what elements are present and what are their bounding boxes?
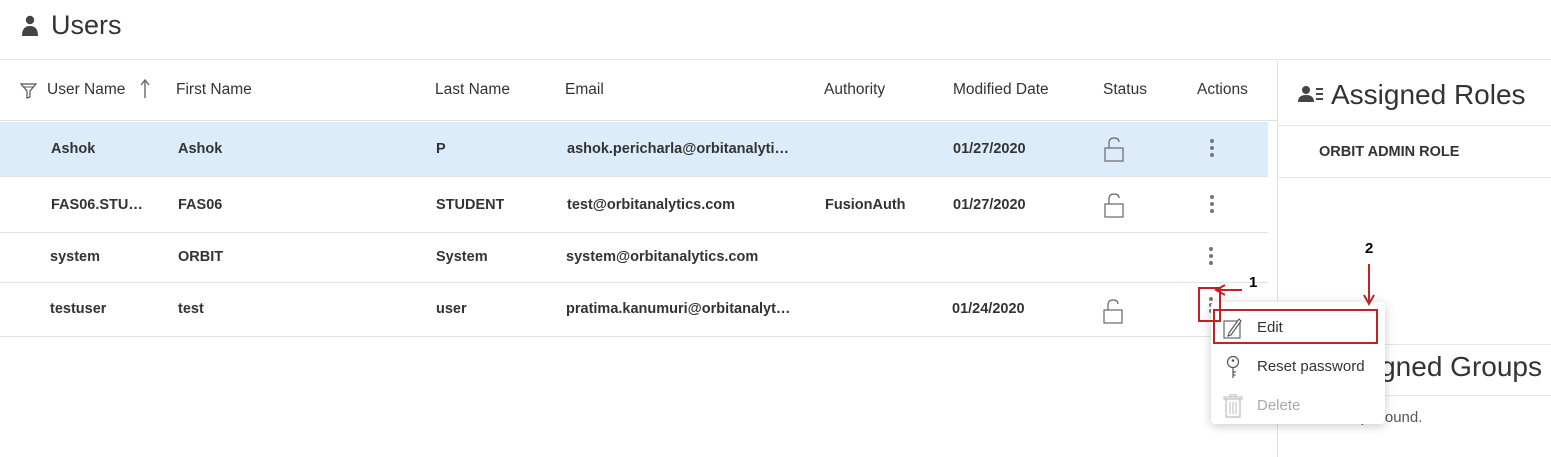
table-row[interactable]: Ashok Ashok P ashok.pericharla@orbitanal… bbox=[0, 122, 1268, 177]
page-title: Users bbox=[51, 10, 122, 40]
unlocked-icon[interactable] bbox=[1103, 299, 1123, 324]
assigned-roles-header: Assigned Roles bbox=[1278, 61, 1551, 126]
column-header-actions: Actions bbox=[1197, 81, 1248, 98]
users-table: User Name First Name Last Name Email Aut… bbox=[0, 61, 1277, 457]
column-header-status[interactable]: Status bbox=[1103, 81, 1147, 99]
annotation-label-1: 1 bbox=[1249, 274, 1258, 291]
table-row[interactable]: system ORBIT System system@orbitanalytic… bbox=[0, 234, 1268, 283]
cell-first-name: ORBIT bbox=[178, 249, 224, 265]
cell-email: ashok.pericharla@orbitanalyti… bbox=[567, 141, 790, 157]
more-actions-icon[interactable] bbox=[1208, 246, 1214, 266]
menu-item-reset-password[interactable]: Reset password bbox=[1211, 349, 1385, 385]
table-row[interactable]: FAS06.STU… FAS06 STUDENT test@orbitanaly… bbox=[0, 178, 1268, 233]
more-actions-icon[interactable] bbox=[1209, 138, 1215, 158]
cell-email: system@orbitanalytics.com bbox=[566, 249, 759, 265]
table-row[interactable]: testuser test user pratima.kanumuri@orbi… bbox=[0, 284, 1212, 337]
unlocked-icon[interactable] bbox=[1104, 193, 1124, 218]
cell-first-name: Ashok bbox=[178, 141, 223, 157]
column-header-last-name[interactable]: Last Name bbox=[435, 81, 510, 99]
cell-username: FAS06.STU… bbox=[51, 197, 143, 213]
key-icon bbox=[1226, 355, 1240, 378]
cell-first-name: FAS06 bbox=[178, 197, 223, 213]
annotation-label-2: 2 bbox=[1365, 240, 1374, 257]
role-name: ORBIT ADMIN ROLE bbox=[1319, 144, 1460, 160]
cell-username: system bbox=[50, 249, 100, 265]
cell-modified-date: 01/24/2020 bbox=[952, 301, 1025, 317]
column-header-email[interactable]: Email bbox=[565, 81, 604, 99]
assigned-roles-title: Assigned Roles bbox=[1331, 79, 1526, 110]
cell-first-name: test bbox=[178, 301, 204, 317]
unlocked-icon[interactable] bbox=[1104, 137, 1124, 162]
cell-last-name: P bbox=[436, 141, 446, 157]
user-icon bbox=[22, 15, 38, 36]
more-actions-icon[interactable] bbox=[1209, 194, 1215, 214]
cell-last-name: System bbox=[436, 249, 488, 265]
cell-email: test@orbitanalytics.com bbox=[567, 197, 736, 213]
menu-item-label: Reset password bbox=[1257, 358, 1365, 375]
roles-icon bbox=[1298, 86, 1323, 102]
filter-icon[interactable] bbox=[20, 83, 37, 99]
column-header-authority[interactable]: Authority bbox=[824, 81, 885, 99]
column-header-username[interactable]: User Name bbox=[47, 81, 125, 99]
cell-username: testuser bbox=[50, 301, 107, 317]
trash-icon bbox=[1223, 394, 1243, 418]
column-header-first-name[interactable]: First Name bbox=[176, 81, 252, 99]
cell-modified-date: 01/27/2020 bbox=[953, 197, 1026, 213]
list-item: ORBIT ADMIN ROLE bbox=[1278, 127, 1551, 178]
cell-authority: FusionAuth bbox=[825, 197, 906, 213]
column-header-modified-date[interactable]: Modified Date bbox=[953, 81, 1049, 99]
annotation-box-2 bbox=[1213, 309, 1378, 344]
cell-last-name: STUDENT bbox=[436, 197, 505, 213]
cell-username: Ashok bbox=[51, 141, 96, 157]
cell-email: pratima.kanumuri@orbitanalyt… bbox=[566, 301, 791, 317]
sort-ascending-icon[interactable] bbox=[140, 79, 150, 99]
page-header: Users bbox=[0, 0, 1551, 60]
menu-item-label: Delete bbox=[1257, 397, 1301, 414]
cell-modified-date: 01/27/2020 bbox=[953, 141, 1026, 157]
cell-last-name: user bbox=[436, 301, 467, 317]
menu-item-delete[interactable]: Delete bbox=[1211, 388, 1385, 424]
table-header: User Name First Name Last Name Email Aut… bbox=[0, 61, 1277, 121]
